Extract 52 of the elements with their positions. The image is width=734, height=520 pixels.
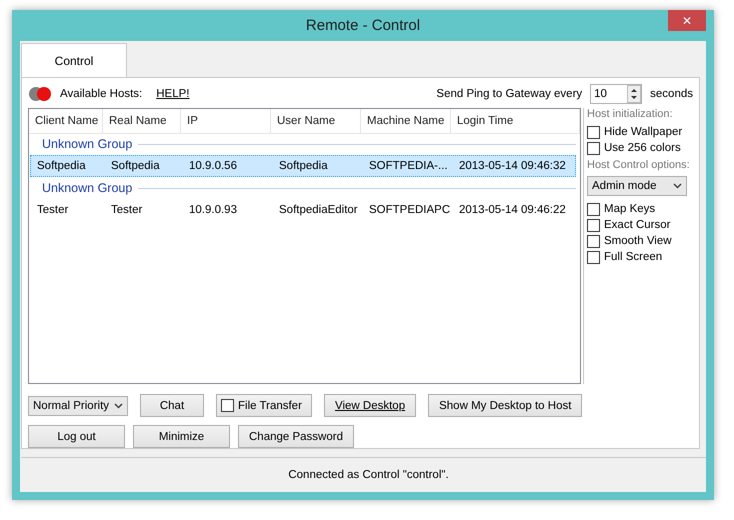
column-header[interactable]: Machine Name [361,109,451,133]
host-row[interactable]: Tester Tester 10.9.0.93 SoftpediaEditor SOFTPEDIAPC 2013-05-14 09:46:22 [30,199,576,221]
action-button[interactable]: Chat [140,394,204,417]
action-button[interactable]: View Desktop [324,394,416,417]
table-cell-text: 10.9.0.56 [188,159,238,174]
table-cell-text: SOFTPEDIAPC [368,203,452,218]
file-transfer-toggle[interactable]: File Transfer [216,394,312,417]
table-cell-text: Tester [110,203,144,218]
hosts-label: Available Hosts: [60,88,142,100]
priority-dropdown[interactable]: Normal Priority [28,396,128,416]
action-button[interactable]: Minimize [133,425,230,448]
status-icon [28,86,52,102]
checkbox[interactable]: Map Keys [587,202,693,216]
table-cell-text: Softpedia [110,159,161,174]
caret-icon [114,402,123,408]
table-cell-text: Tester [36,203,70,218]
table-cell-text: 2013-05-14 09:46:32 [458,159,567,174]
checkbox[interactable]: Use 256 colors [587,141,693,155]
checkbox[interactable]: Full Screen [587,250,693,264]
spinner-arrows-icon[interactable] [627,85,642,103]
help-link[interactable]: HELP! [156,88,190,100]
caret-icon [673,183,682,189]
checkbox[interactable]: Exact Cursor [587,218,693,232]
checkbox[interactable]: Smooth View [587,234,693,248]
table-cell-text: 10.9.0.93 [188,203,238,218]
action-button[interactable]: Log out [28,425,125,448]
column-header[interactable]: User Name [271,109,361,133]
ping-label: Send Ping to Gateway every [436,88,582,100]
checkbox[interactable]: Hide Wallpaper [587,125,693,139]
seconds-label: seconds [650,88,693,100]
table-cell-text: 2013-05-14 09:46:22 [458,203,567,218]
section-label: Host Control options: [587,159,691,173]
table-cell-text: SoftpediaEditor [278,203,359,218]
tab[interactable]: Control [21,43,127,77]
action-button[interactable]: Show My Desktop to Host [428,394,582,417]
close-button[interactable]: ✕ [668,10,706,31]
group-header: Unknown Group [42,181,132,195]
host-row[interactable]: Softpedia Softpedia 10.9.0.56 Softpedia SOFTPEDIA-... 2013-05-14 09:46:32 [30,155,576,177]
column-header[interactable]: IP [181,109,271,133]
mode-dropdown[interactable]: Admin mode [587,176,687,196]
column-header[interactable]: Real Name [103,109,181,133]
ping-interval-spinner[interactable]: 10 [590,84,642,104]
table-cell-text: Softpedia [278,159,329,174]
table-cell-text: Softpedia [36,159,87,174]
section-label: Host initialization: [587,108,674,122]
status-bar: Connected as Control "control". [21,457,706,492]
table-cell-text: SOFTPEDIA-... [368,159,449,174]
action-button[interactable]: Change Password [238,425,354,448]
group-header: Unknown Group [42,137,132,151]
window-title: Remote - Control [306,17,420,34]
column-header[interactable]: Client Name [29,109,103,133]
column-header[interactable]: Login Time [451,109,580,133]
